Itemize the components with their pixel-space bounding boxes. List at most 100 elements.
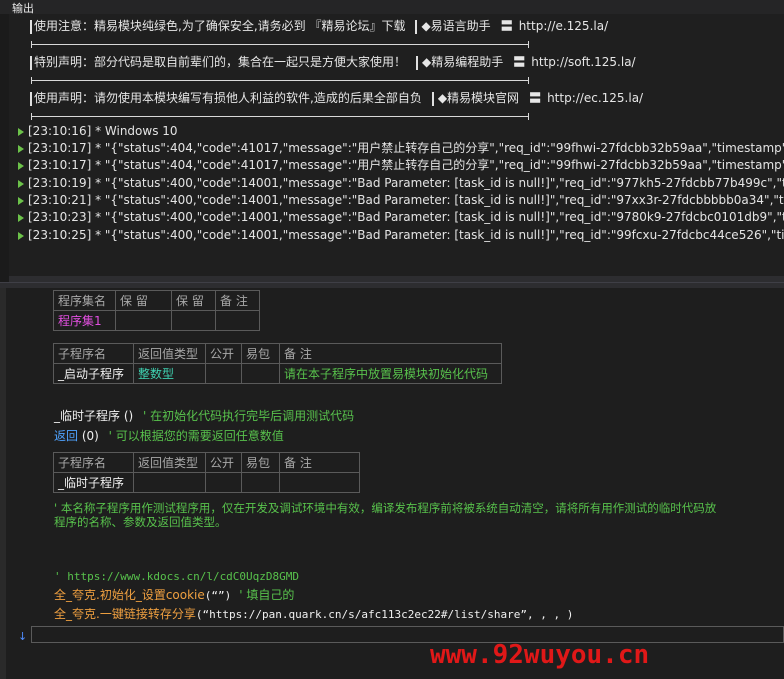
annotation-helper: ◆精易模块官网 [437, 91, 520, 105]
expand-arrow-icon[interactable] [18, 127, 24, 136]
annotation-pipe [431, 91, 434, 106]
code-comment: ' 可以根据您的需要返回任意数值 [108, 429, 284, 443]
table-header-cell: 易包 [241, 343, 280, 364]
annotation-url[interactable]: http://soft.125.la/ [531, 55, 635, 69]
log-line[interactable]: [23:10:25] * "{"status":400,"code":14001… [18, 227, 784, 244]
table-row[interactable]: _临时子程序 [53, 472, 360, 493]
code-line[interactable]: 全_夸克.一键链接转存分享(“https://pan.quark.cn/s/af… [54, 606, 573, 623]
log-text: [23:10:25] * "{"status":400,"code":14001… [28, 228, 784, 242]
table-cell[interactable] [115, 310, 172, 331]
log-line[interactable]: [23:10:21] * "{"status":400,"code":14001… [18, 192, 784, 209]
table-header-cell: 子程序名 [53, 343, 134, 364]
code-comment: ' 填自己的 [239, 588, 295, 602]
table-header-cell: 易包 [241, 452, 280, 473]
table-header-cell: 保 留 [171, 290, 216, 311]
expand-arrow-icon[interactable] [18, 196, 24, 205]
annotation-helper: ◆易语言助手 [421, 19, 491, 33]
table-cell[interactable] [279, 472, 360, 493]
annotation-eq: 〓 [513, 55, 526, 69]
table-header-row: 子程序名 返回值类型 公开 易包 备 注 [53, 452, 360, 473]
table-header-cell: 备 注 [279, 343, 502, 364]
table-header-cell: 公开 [205, 343, 242, 364]
table-row[interactable]: _启动子程序 整数型 请在本子程序中放置易模块初始化代码 [53, 363, 502, 384]
temp-sub-table[interactable]: 子程序名 返回值类型 公开 易包 备 注 _临时子程序 [53, 452, 360, 493]
code-editor[interactable]: 程序集名 保 留 保 留 备 注 程序集1 子程序名 返回值类型 公开 易包 备… [0, 288, 784, 679]
table-header-cell: 返回值类型 [133, 343, 206, 364]
return-keyword: 返回 [54, 429, 79, 443]
annotation-eq: 〓 [500, 19, 513, 33]
current-edit-line[interactable] [31, 626, 784, 643]
sub-name-cell[interactable]: _启动子程序 [53, 363, 134, 384]
expand-arrow-icon[interactable] [18, 161, 24, 170]
sub-call-parens: () [123, 409, 134, 423]
current-line-marker-icon: ↓ [18, 630, 28, 643]
annotation-text: 使用声明：请勿使用本模块编写有损他人利益的软件,造成的后果全部自负 [34, 91, 422, 105]
return-value: (0) [81, 429, 99, 443]
table-header-cell: 备 注 [215, 290, 260, 311]
code-comment[interactable]: 程序的名称、参数及返回值类型。 [54, 514, 227, 530]
sub-call-name: _临时子程序 [54, 409, 121, 423]
table-cell[interactable] [241, 472, 280, 493]
table-header-cell: 备 注 [279, 452, 360, 473]
log-text: [23:10:17] * "{"status":404,"code":41017… [28, 158, 784, 172]
expand-arrow-icon[interactable] [18, 179, 24, 188]
sub-name-cell[interactable]: _临时子程序 [53, 472, 134, 493]
return-type-cell[interactable]: 整数型 [133, 363, 206, 384]
log-text: [23:10:17] * "{"status":404,"code":41017… [28, 141, 784, 155]
table-cell[interactable] [205, 363, 242, 384]
table-header-cell: 子程序名 [53, 452, 134, 473]
code-comment[interactable]: ' https://www.kdocs.cn/l/cdC0UqzD8GMD [54, 569, 299, 585]
table-cell[interactable] [133, 472, 206, 493]
function-call-name: 全_夸克.初始化_设置cookie [54, 588, 205, 602]
expand-arrow-icon[interactable] [18, 231, 24, 240]
annotation-row: 使用声明：请勿使用本模块编写有损他人利益的软件,造成的后果全部自负 ◆精易模块官网… [30, 90, 643, 106]
code-line[interactable]: 全_夸克.初始化_设置cookie(“”) ' 填自己的 [54, 587, 294, 604]
remark-cell[interactable]: 请在本子程序中放置易模块初始化代码 [279, 363, 502, 384]
table-header-row: 子程序名 返回值类型 公开 易包 备 注 [53, 343, 502, 364]
table-cell[interactable] [171, 310, 216, 331]
assembly-table[interactable]: 程序集名 保 留 保 留 备 注 程序集1 [53, 290, 260, 331]
annotation-pipe [30, 91, 32, 106]
annotation-text: 特别声明：部分代码是取自前辈们的，集合在一起只是方便大家使用！ [34, 55, 407, 69]
annotation-row: 使用注意：精易模块纯绿色,为了确保安全,请务必到 『精易论坛』下载 ◆易语言助手〓… [30, 18, 608, 34]
annotation-url[interactable]: http://e.125.la/ [519, 19, 608, 33]
assembly-name-cell[interactable]: 程序集1 [53, 310, 116, 331]
table-row[interactable]: 程序集1 [53, 310, 260, 331]
annotation-url[interactable]: http://ec.125.la/ [547, 91, 643, 105]
annotation-row: 特别声明：部分代码是取自前辈们的，集合在一起只是方便大家使用！ ◆精易编程助手〓 h… [30, 54, 636, 70]
code-line[interactable]: _临时子程序 () ' 在初始化代码执行完毕后调用测试代码 [54, 408, 354, 424]
function-call-args: (“”) [204, 589, 232, 602]
log-line[interactable]: [23:10:16] * Windows 10 [18, 123, 178, 140]
log-line[interactable]: [23:10:17] * "{"status":404,"code":41017… [18, 157, 784, 174]
code-area[interactable]: 程序集名 保 留 保 留 备 注 程序集1 子程序名 返回值类型 公开 易包 备… [6, 288, 784, 679]
expand-arrow-icon[interactable] [18, 213, 24, 222]
log-line[interactable]: [23:10:23] * "{"status":400,"code":14001… [18, 209, 784, 226]
expand-arrow-icon[interactable] [18, 144, 24, 153]
table-cell[interactable] [215, 310, 260, 331]
log-text: [23:10:21] * "{"status":400,"code":14001… [28, 193, 784, 207]
table-cell[interactable] [241, 363, 280, 384]
annotation-pipe [416, 55, 419, 70]
code-line[interactable]: 返回 (0) ' 可以根据您的需要返回任意数值 [54, 428, 284, 444]
annotation-pipe [30, 19, 32, 34]
function-call-name: 全_夸克.一键链接转存分享 [54, 607, 196, 621]
watermark: www.92wuyou.cn [430, 640, 650, 670]
annotation-pipe [30, 55, 32, 70]
annotation-eq: 〓 [529, 91, 542, 105]
table-header-row: 程序集名 保 留 保 留 备 注 [53, 290, 260, 311]
table-header-cell: 公开 [205, 452, 242, 473]
startup-sub-table[interactable]: 子程序名 返回值类型 公开 易包 备 注 _启动子程序 整数型 请在本子程序中放… [53, 343, 502, 384]
table-cell[interactable] [205, 472, 242, 493]
function-call-args: (“https://pan.quark.cn/s/afc113c2ec22#/l… [195, 608, 574, 621]
code-comment: ' 在初始化代码执行完毕后调用测试代码 [143, 409, 355, 423]
annotation-pipe [415, 19, 418, 34]
log-line[interactable]: [23:10:19] * "{"status":400,"code":14001… [18, 175, 784, 192]
table-header-cell: 返回值类型 [133, 452, 206, 473]
annotation-helper: ◆精易编程助手 [422, 55, 504, 69]
log-text: [23:10:23] * "{"status":400,"code":14001… [28, 210, 784, 224]
output-content[interactable]: 使用注意：精易模块纯绿色,为了确保安全,请务必到 『精易论坛』下载 ◆易语言助手〓… [9, 14, 784, 276]
table-header-cell: 程序集名 [53, 290, 116, 311]
log-line[interactable]: [23:10:17] * "{"status":404,"code":41017… [18, 140, 784, 157]
output-panel: 输出 使用注意：精易模块纯绿色,为了确保安全,请务必到 『精易论坛』下载 ◆易语言… [0, 0, 784, 282]
annotation-text: 使用注意：精易模块纯绿色,为了确保安全,请务必到 『精易论坛』下载 [34, 19, 406, 33]
